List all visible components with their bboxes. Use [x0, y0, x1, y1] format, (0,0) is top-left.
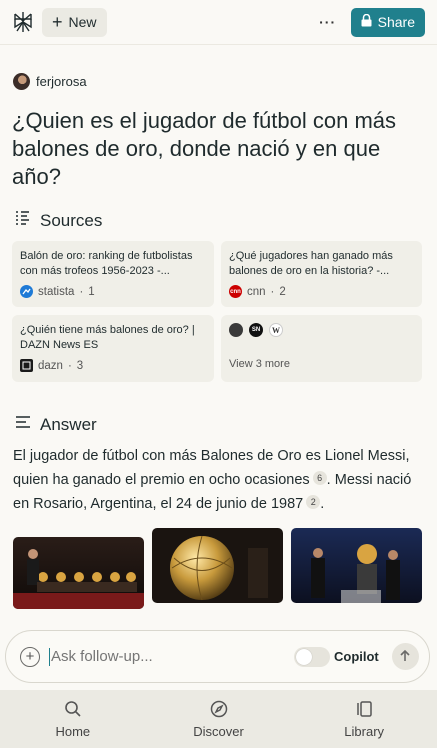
more-sources-favicons: SN W [229, 323, 414, 337]
source-num: 1 [88, 285, 95, 298]
new-thread-button[interactable]: + New [42, 7, 107, 37]
statista-icon [20, 285, 33, 298]
source-site: statista [38, 285, 75, 298]
answer-heading-label: Answer [40, 414, 97, 434]
more-options-button[interactable]: ··· [317, 14, 339, 30]
answer-image-3[interactable] [291, 528, 422, 603]
answer-heading: Answer [14, 414, 97, 435]
library-icon [355, 700, 373, 721]
source-title: Balón de oro: ranking de futbolistas con… [20, 250, 193, 277]
source-meta: cnn cnn · 2 [229, 285, 414, 298]
source-num: 2 [279, 285, 286, 298]
followup-input[interactable] [51, 648, 286, 665]
source-dot: · [270, 285, 275, 298]
source-meta: dazn · 3 [20, 359, 206, 372]
plus-icon: + [52, 11, 63, 32]
cnn-icon: cnn [229, 285, 242, 298]
share-button-label: Share [377, 14, 415, 30]
lock-icon [361, 13, 372, 30]
avatar [13, 73, 30, 90]
search-icon [64, 700, 82, 721]
dazn-icon [20, 359, 33, 372]
view-more-label: View 3 more [229, 358, 290, 370]
nav-discover[interactable]: Discover [146, 690, 292, 748]
compass-icon [210, 700, 228, 721]
answer-image-1[interactable] [13, 537, 144, 609]
arrow-up-icon [399, 649, 411, 665]
source-title: ¿Qué jugadores han ganado más balones de… [229, 250, 393, 277]
citation-badge[interactable]: 6 [312, 471, 327, 485]
question-title: ¿Quien es el jugador de fútbol con más b… [12, 108, 397, 189]
answer-period: . [320, 496, 325, 512]
source-card-1[interactable]: Balón de oro: ranking de futbolistas con… [12, 241, 214, 307]
copilot-toggle[interactable] [294, 646, 330, 667]
bottom-nav: Home Discover Library [0, 690, 437, 748]
sources-heading-label: Sources [40, 210, 103, 230]
answer-icon [14, 414, 32, 435]
attach-plus-icon[interactable]: + [20, 646, 40, 667]
sources-icon [14, 210, 32, 231]
header-divider [0, 44, 437, 45]
source-meta: statista · 1 [20, 285, 206, 298]
sources-heading: Sources [14, 210, 102, 231]
source-favicon-icon: SN [249, 323, 263, 337]
source-dot: · [79, 285, 84, 298]
wikipedia-icon: W [269, 323, 283, 337]
source-site: dazn [38, 359, 63, 372]
nav-home-label: Home [55, 723, 91, 739]
nav-discover-label: Discover [193, 723, 244, 739]
view-more-sources-card[interactable]: SN W View 3 more [221, 315, 422, 382]
source-title: ¿Quién tiene más balones de oro? | DAZN … [20, 324, 195, 351]
share-button[interactable]: Share [350, 7, 425, 37]
followup-bar: + Copilot [5, 630, 430, 683]
send-button[interactable] [391, 643, 419, 670]
perplexity-logo-icon[interactable] [12, 11, 34, 33]
username: ferjorosa [36, 74, 87, 89]
answer-period: . [326, 472, 331, 488]
nav-library[interactable]: Library [291, 690, 437, 748]
copilot-label: Copilot [334, 649, 379, 664]
source-card-2[interactable]: ¿Qué jugadores han ganado más balones de… [221, 241, 422, 307]
citation-badge[interactable]: 2 [306, 495, 321, 509]
source-dot: · [67, 359, 72, 372]
top-bar: + New ··· Share [0, 0, 437, 44]
nav-home[interactable]: Home [0, 690, 146, 748]
source-site: cnn [247, 285, 266, 298]
toggle-knob [296, 648, 312, 665]
nav-library-label: Library [344, 723, 385, 739]
new-button-label: New [68, 14, 97, 30]
source-card-3[interactable]: ¿Quién tiene más balones de oro? | DAZN … [12, 315, 214, 382]
answer-text: El jugador de fútbol con más Balones de … [13, 444, 425, 516]
source-num: 3 [76, 359, 84, 372]
thread-author: ferjorosa [13, 73, 87, 90]
answer-image-2[interactable] [152, 528, 283, 603]
text-cursor [49, 647, 50, 666]
source-favicon-icon [229, 323, 243, 337]
